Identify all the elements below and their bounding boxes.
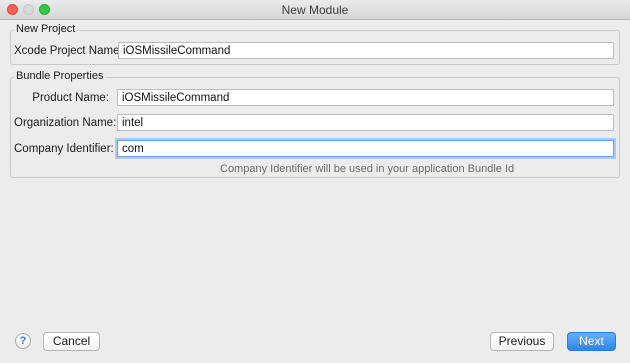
product-name-label: Product Name: xyxy=(32,92,109,104)
bundle-properties-legend: Bundle Properties xyxy=(14,70,106,82)
window-title: New Module xyxy=(281,3,349,17)
company-identifier-label: Company Identifier: xyxy=(14,143,114,155)
organization-name-field[interactable] xyxy=(117,114,614,131)
cancel-button[interactable]: Cancel xyxy=(43,332,100,351)
company-identifier-field[interactable] xyxy=(117,140,614,157)
help-button[interactable]: ? xyxy=(15,333,31,349)
company-identifier-hint: Company Identifier will be used in your … xyxy=(220,163,515,175)
previous-button[interactable]: Previous xyxy=(490,332,554,351)
xcode-project-name-label: Xcode Project Name: xyxy=(14,45,123,57)
new-module-dialog: New Module New Project Xcode Project Nam… xyxy=(0,0,630,363)
title-bar[interactable]: New Module xyxy=(0,0,630,20)
next-button[interactable]: Next xyxy=(567,332,616,351)
organization-name-label: Organization Name: xyxy=(14,117,117,129)
xcode-project-name-field[interactable] xyxy=(118,42,614,59)
new-project-legend: New Project xyxy=(14,23,78,35)
product-name-field[interactable] xyxy=(117,89,614,106)
